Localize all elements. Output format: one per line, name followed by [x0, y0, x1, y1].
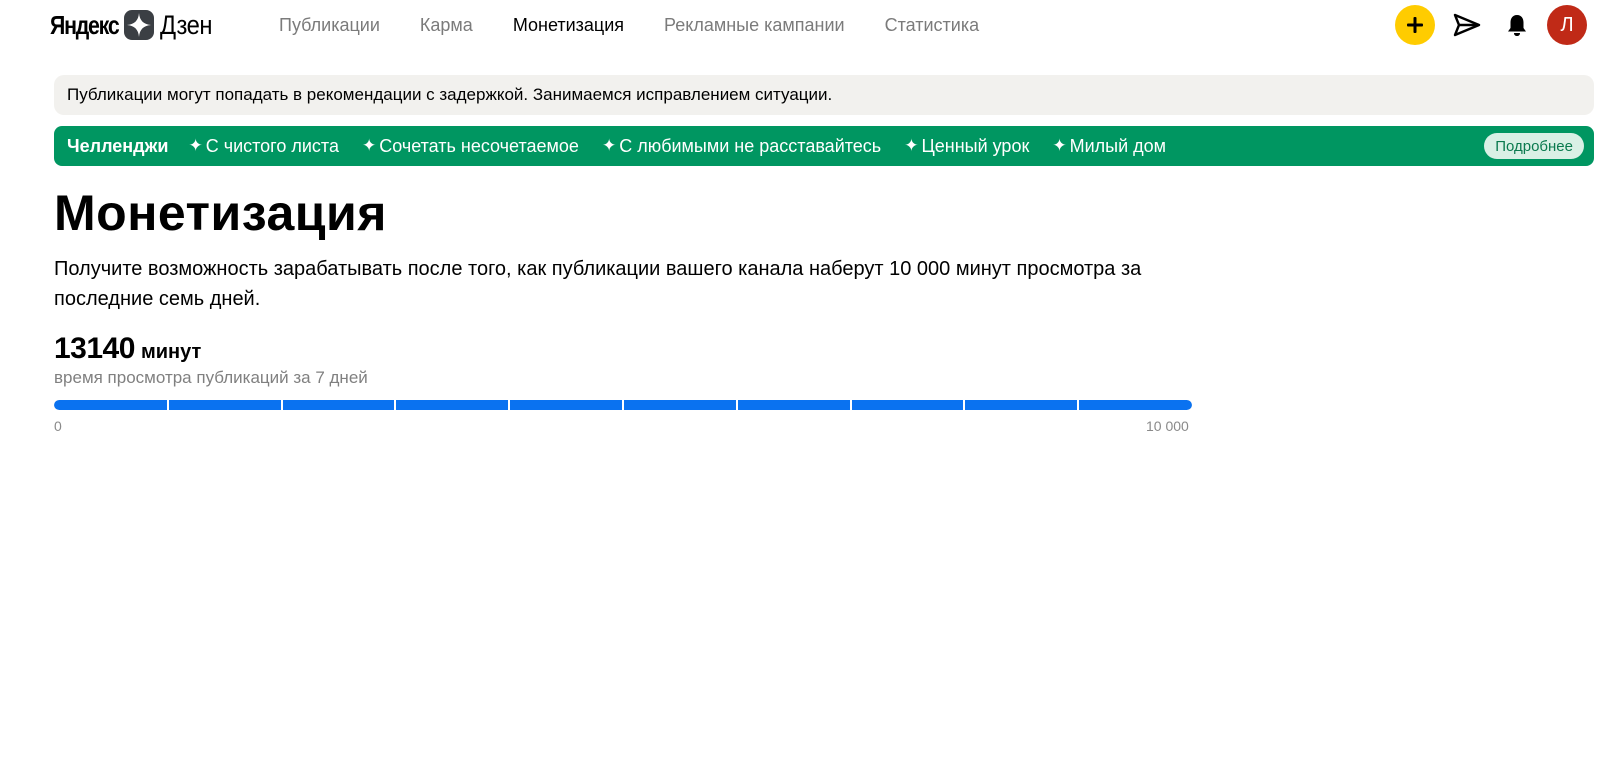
paper-plane-icon — [1453, 13, 1481, 37]
bell-icon — [1508, 15, 1526, 36]
challenge-label: С любимыми не расставайтесь — [619, 135, 882, 156]
messages-button[interactable] — [1447, 5, 1487, 45]
watch-time-unit: минут — [140, 341, 202, 363]
progress-segment-dividers — [54, 400, 1192, 410]
progress-divider — [1077, 400, 1080, 410]
logo-yandex-text: Яндекс — [50, 9, 120, 40]
notice-text: Публикации могут попадать в рекомендации… — [67, 85, 833, 104]
user-avatar[interactable]: Л — [1547, 5, 1587, 45]
progress-divider — [394, 400, 397, 410]
sparkle-icon: ✦ — [1052, 136, 1067, 155]
notifications-button[interactable] — [1497, 5, 1537, 45]
challenge-item[interactable]: ✦ С чистого листа — [188, 136, 339, 157]
challenge-label: Милый дом — [1069, 135, 1167, 156]
dzen-star-icon — [124, 10, 154, 40]
sparkle-icon: ✦ — [188, 136, 203, 155]
challenge-label: Ценный урок — [921, 135, 1030, 156]
logo-dzen-text: Дзен — [160, 9, 213, 40]
plus-icon — [1407, 17, 1423, 33]
progress-divider — [508, 400, 511, 410]
sparkle-icon: ✦ — [904, 136, 919, 155]
header-actions: Л — [1395, 5, 1587, 45]
challenges-title[interactable]: Челленджи — [67, 136, 168, 157]
monetization-description: Получите возможность зарабатывать после … — [54, 258, 1142, 310]
nav-item-ad-campaigns[interactable]: Рекламные кампании — [664, 15, 845, 36]
nav-item-publications[interactable]: Публикации — [279, 15, 380, 36]
watch-time-value: 13140 — [54, 332, 135, 365]
challenges-bar: Челленджи ✦ С чистого листа ✦ Сочетать нес… — [54, 126, 1594, 166]
progress-max-label: 10 000 — [1146, 418, 1189, 434]
sparkle-icon: ✦ — [601, 136, 617, 155]
create-button[interactable] — [1395, 5, 1435, 45]
progress-divider — [849, 400, 852, 410]
watch-time-progress-bar — [54, 400, 1192, 410]
watch-time-stat: 13140 минут — [54, 332, 201, 366]
challenges-more-button[interactable]: Подробнее — [1484, 133, 1584, 159]
progress-divider — [166, 400, 169, 410]
challenge-label: С чистого листа — [205, 135, 339, 156]
progress-divider — [963, 400, 966, 410]
nav-item-statistics[interactable]: Статистика — [885, 15, 980, 36]
challenge-item[interactable]: ✦ Сочетать несочетаемое — [362, 136, 579, 157]
progress-divider — [280, 400, 283, 410]
notice-banner: Публикации могут попадать в рекомендации… — [54, 75, 1594, 115]
watch-time-caption: время просмотра публикаций за 7 дней — [54, 368, 368, 387]
nav-item-karma[interactable]: Карма — [420, 15, 473, 36]
sparkle-icon: ✦ — [361, 136, 377, 155]
challenge-label: Сочетать несочетаемое — [379, 135, 579, 156]
yandex-dzen-logo[interactable]: Яндекс Дзен — [50, 8, 219, 42]
nav-item-monetization[interactable]: Монетизация — [513, 15, 624, 36]
progress-min-label: 0 — [54, 418, 62, 434]
progress-divider — [622, 400, 624, 410]
challenge-item[interactable]: ✦ Ценный урок — [904, 136, 1029, 157]
page-title: Монетизация — [54, 185, 387, 241]
challenge-item[interactable]: ✦ Милый дом — [1052, 136, 1166, 157]
top-header: Яндекс Дзен Публикации Карма Монетизация… — [0, 0, 1623, 50]
main-nav: Публикации Карма Монетизация Рекламные к… — [279, 0, 1019, 50]
progress-divider — [735, 400, 738, 410]
challenge-item[interactable]: ✦ С любимыми не расставайтесь — [602, 136, 881, 157]
